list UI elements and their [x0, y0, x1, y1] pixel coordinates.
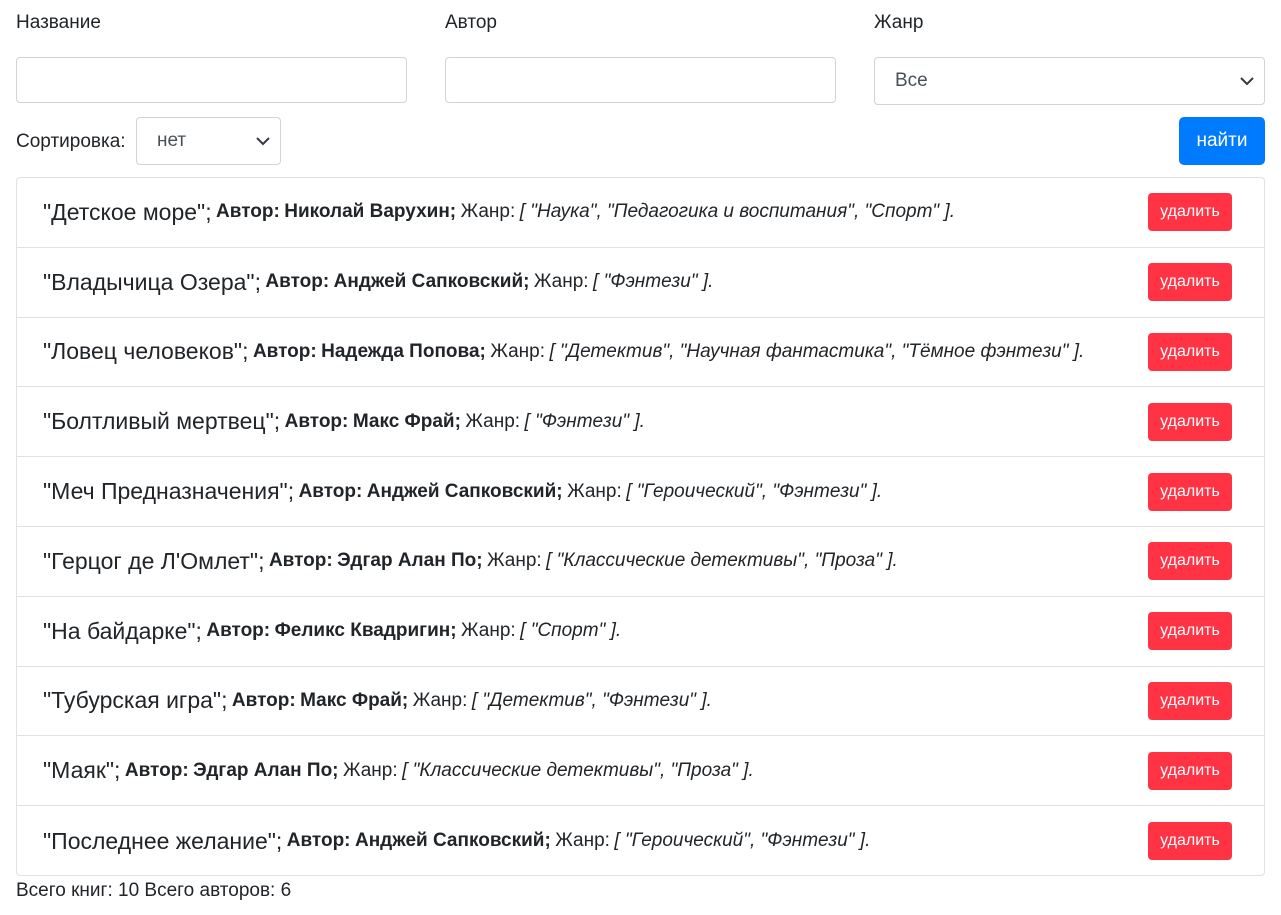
book-author: Эдгар Алан По; — [193, 759, 339, 781]
book-genres: [ "Детектив", "Научная фантастика", "Тём… — [549, 340, 1085, 362]
delete-button[interactable]: удалить — [1148, 542, 1232, 581]
genre-prefix: Жанр: — [342, 759, 398, 781]
delete-button[interactable]: удалить — [1148, 402, 1232, 441]
list-item: "Тубурская игра"; Автор: Макс Фрай; Жанр… — [17, 667, 1264, 737]
author-filter-label: Автор — [445, 12, 497, 33]
book-author: Николай Варухин; — [284, 201, 457, 223]
book-title: "Герцог де Л'Омлет"; — [43, 547, 265, 574]
list-item: "Болтливый мертвец"; Автор: Макс Фрай; Ж… — [17, 387, 1264, 458]
title-filter-label: Название — [16, 12, 101, 33]
book-title: "Болтливый мертвец"; — [43, 408, 281, 435]
totals-summary: Всего книг: 10 Всего авторов: 6 — [16, 880, 292, 901]
author-prefix: Автор: — [286, 830, 351, 852]
list-item: "Детское море"; Автор: Николай Варухин; … — [17, 178, 1264, 248]
sort-select-value: нет — [157, 130, 187, 151]
genre-prefix: Жанр: — [465, 410, 521, 432]
genre-prefix: Жанр: — [460, 201, 516, 223]
genre-filter-label: Жанр — [874, 12, 924, 33]
book-genres: [ "Спорт" ]. — [520, 620, 622, 642]
list-item: "Последнее желание"; Автор: Анджей Сапко… — [17, 806, 1264, 876]
author-prefix: Автор: — [252, 340, 317, 362]
genre-select[interactable]: Все — [874, 57, 1265, 105]
delete-button[interactable]: удалить — [1148, 681, 1232, 720]
delete-button[interactable]: удалить — [1148, 472, 1232, 511]
author-prefix: Автор: — [268, 550, 333, 572]
genre-select-value: Все — [895, 70, 928, 91]
title-input[interactable] — [16, 57, 407, 103]
book-genres: [ "Классические детективы", "Проза" ]. — [402, 759, 754, 781]
book-genres: [ "Героический", "Фэнтези" ]. — [614, 830, 871, 852]
book-title: "На байдарке"; — [43, 617, 202, 644]
book-title: "Меч Предназначения"; — [43, 478, 295, 505]
author-prefix: Автор: — [298, 480, 363, 502]
delete-button[interactable]: удалить — [1148, 193, 1232, 232]
genre-prefix: Жанр: — [555, 830, 610, 852]
author-prefix: Автор: — [216, 201, 280, 223]
book-title: "Владычица Озера"; — [43, 268, 261, 295]
list-item: "Владычица Озера"; Автор: Анджей Сапковс… — [17, 248, 1264, 318]
list-item: "Герцог де Л'Омлет"; Автор: Эдгар Алан П… — [17, 527, 1264, 597]
book-author: Анджей Сапковский; — [354, 830, 551, 852]
delete-button[interactable]: удалить — [1148, 263, 1232, 302]
book-genres: [ "Героический", "Фэнтези" ]. — [626, 480, 883, 502]
author-prefix: Автор: — [265, 271, 330, 293]
find-button[interactable]: найти — [1179, 117, 1265, 165]
book-title: "Детское море"; — [43, 198, 212, 225]
sort-select[interactable]: нет — [136, 117, 281, 165]
book-title: "Маяк"; — [43, 757, 121, 784]
book-author: Макс Фрай; — [352, 410, 461, 432]
book-genres: [ "Классические детективы", "Проза" ]. — [546, 550, 898, 572]
list-item: "Меч Предназначения"; Автор: Анджей Сапк… — [17, 457, 1264, 527]
author-prefix: Автор: — [231, 689, 296, 711]
delete-button[interactable]: удалить — [1148, 332, 1232, 371]
chevron-down-icon — [1240, 77, 1254, 86]
genre-prefix: Жанр: — [461, 620, 516, 642]
sort-label: Сортировка: — [16, 131, 126, 152]
book-author: Анджей Сапковский; — [333, 271, 530, 293]
book-genres: [ "Наука", "Педагогика и воспитания", "С… — [519, 201, 955, 223]
chevron-down-icon — [256, 137, 270, 146]
book-author: Феликс Квадригин; — [274, 620, 457, 642]
book-title: "Последнее желание"; — [43, 827, 283, 854]
book-title: "Тубурская игра"; — [43, 687, 228, 714]
list-item: "Ловец человеков"; Автор: Надежда Попова… — [17, 318, 1264, 388]
book-author: Эдгар Алан По; — [337, 550, 483, 572]
book-title: "Ловец человеков"; — [43, 338, 249, 365]
genre-prefix: Жанр: — [490, 340, 545, 362]
genre-prefix: Жанр: — [533, 271, 589, 293]
book-author: Макс Фрай; — [300, 689, 409, 711]
book-genres: [ "Детектив", "Фэнтези" ]. — [471, 689, 712, 711]
book-author: Надежда Попова; — [321, 340, 486, 362]
delete-button[interactable]: удалить — [1148, 751, 1232, 790]
author-prefix: Автор: — [284, 410, 349, 432]
author-prefix: Автор: — [124, 759, 189, 781]
genre-prefix: Жанр: — [412, 689, 468, 711]
author-prefix: Автор: — [206, 620, 271, 642]
book-list: "Детское море"; Автор: Николай Варухин; … — [16, 177, 1265, 876]
list-item: "На байдарке"; Автор: Феликс Квадригин; … — [17, 597, 1264, 667]
book-genres: [ "Фэнтези" ]. — [524, 410, 645, 432]
book-genres: [ "Фэнтези" ]. — [593, 271, 714, 293]
book-author: Анджей Сапковский; — [366, 480, 563, 502]
genre-prefix: Жанр: — [487, 550, 542, 572]
delete-button[interactable]: удалить — [1148, 612, 1232, 651]
delete-button[interactable]: удалить — [1148, 822, 1232, 861]
list-item: "Маяк"; Автор: Эдгар Алан По; Жанр: [ "К… — [17, 736, 1264, 807]
author-input[interactable] — [445, 57, 836, 103]
genre-prefix: Жанр: — [567, 480, 622, 502]
